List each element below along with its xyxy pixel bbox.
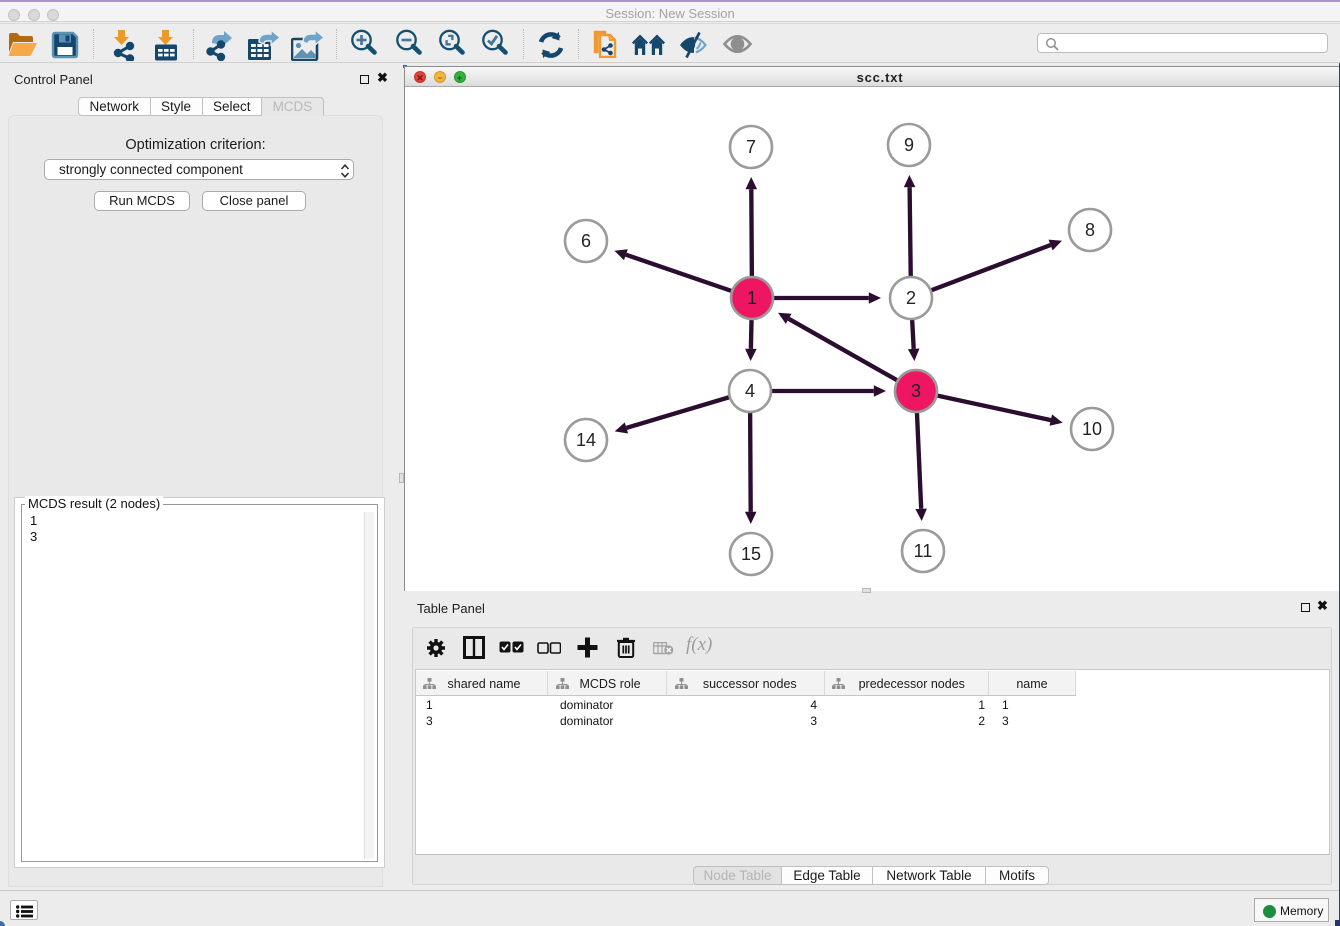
svg-text:11: 11 xyxy=(914,541,933,561)
svg-text:1: 1 xyxy=(747,288,757,308)
svg-text:6: 6 xyxy=(581,231,591,251)
svg-text:15: 15 xyxy=(741,544,761,564)
svg-text:14: 14 xyxy=(576,430,596,450)
svg-text:2: 2 xyxy=(906,288,916,308)
svg-text:8: 8 xyxy=(1085,220,1095,240)
svg-text:3: 3 xyxy=(911,381,921,401)
svg-text:7: 7 xyxy=(746,137,756,157)
svg-text:4: 4 xyxy=(745,381,755,401)
svg-text:10: 10 xyxy=(1082,419,1102,439)
svg-text:9: 9 xyxy=(904,135,914,155)
